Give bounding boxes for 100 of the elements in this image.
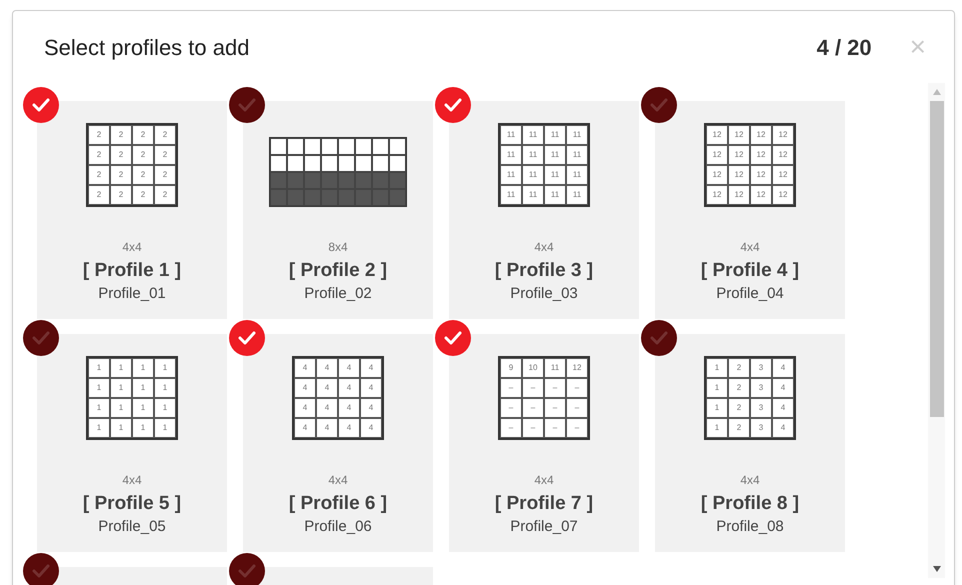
profile-card[interactable]: 4 4 4 4 4 4 4 4 4 4 4 4 4 4 4 4 4x4 [ Profile 6 ] Profile_06 xyxy=(243,334,433,552)
profile-title: [ Profile 1 ] xyxy=(82,261,182,280)
profile-card[interactable]: 2 2 2 2 2 2 2 2 2 2 2 2 2 2 2 2 4x4 [ Profile 1 ] Profile_01 xyxy=(37,101,227,319)
grid-value: 1 xyxy=(714,384,720,392)
profile-name: Profile_05 xyxy=(98,519,166,534)
grid-value: 1 xyxy=(162,404,168,412)
grid-value: 4 xyxy=(302,424,308,432)
grid-value: 12 xyxy=(734,171,744,179)
grid-value: 12 xyxy=(756,131,766,139)
grid-value: – xyxy=(552,404,558,412)
grid-value: 1 xyxy=(96,384,102,392)
grid-value: – xyxy=(530,384,536,392)
grid-value: – xyxy=(552,424,558,432)
grid-value: 1 xyxy=(714,404,720,412)
grid-value: 9 xyxy=(508,364,514,372)
grid-value: 11 xyxy=(572,151,582,159)
grid-size: 4x4 xyxy=(328,474,348,486)
grid-value: 11 xyxy=(550,364,560,372)
check-badge[interactable] xyxy=(23,320,59,356)
grid-value: 3 xyxy=(758,404,764,412)
selection-count: 4 / 20 xyxy=(816,34,872,62)
grid-value: 2 xyxy=(162,131,168,139)
grid-value: 1 xyxy=(140,364,146,372)
grid-value: 11 xyxy=(572,171,582,179)
grid-value: 12 xyxy=(778,151,788,159)
check-badge[interactable] xyxy=(435,320,471,356)
grid-value: 1 xyxy=(118,384,124,392)
grid-value: 4 xyxy=(780,424,786,432)
check-badge[interactable] xyxy=(23,553,59,585)
grid-value: 12 xyxy=(734,151,744,159)
grid-value: 2 xyxy=(162,171,168,179)
grid-value: 11 xyxy=(506,131,516,139)
grid-value: 4 xyxy=(346,404,352,412)
grid-value: 12 xyxy=(734,131,744,139)
check-badge[interactable] xyxy=(435,87,471,123)
grid-value: 12 xyxy=(756,191,766,199)
profile-name: Profile_08 xyxy=(716,519,784,534)
dialog-title: Select profiles to add xyxy=(44,34,250,62)
grid-value: – xyxy=(508,404,514,412)
grid-value: 12 xyxy=(734,191,744,199)
profile-card[interactable]: 9 10 11 12 – – – – – – – – – – – – 4x4 [ Profile 7 ] Profile_07 xyxy=(449,334,639,552)
profile-title: [ Profile 2 ] xyxy=(288,261,388,280)
grid-value: 1 xyxy=(714,424,720,432)
grid-value: – xyxy=(574,384,580,392)
grid-value: 1 xyxy=(118,364,124,372)
grid-value: 2 xyxy=(96,131,102,139)
profile-name: Profile_06 xyxy=(304,519,372,534)
grid-value: – xyxy=(574,424,580,432)
profile-name: Profile_03 xyxy=(510,286,578,301)
grid-value: 12 xyxy=(778,191,788,199)
grid-value: 2 xyxy=(736,424,742,432)
grid-size: 4x4 xyxy=(122,241,142,253)
scrollbar-thumb[interactable] xyxy=(930,101,944,417)
grid-value: 12 xyxy=(712,131,722,139)
grid-value: 2 xyxy=(118,131,124,139)
profile-card[interactable]: 12 12 12 12 12 12 12 12 12 12 12 12 12 12 12 12 4x4 [ Profile 4 ] Profile_04 xyxy=(655,101,845,319)
grid-size: 8x4 xyxy=(328,241,348,253)
profile-card[interactable]: 8x4 [ Profile 2 ] Profile_02 xyxy=(243,101,433,319)
check-badge[interactable] xyxy=(229,553,265,585)
grid-value: 11 xyxy=(550,151,560,159)
grid-value: 2 xyxy=(96,151,102,159)
profile-card[interactable]: 1 1 1 1 1 1 1 1 1 1 1 1 1 1 1 1 4x4 [ Profile 5 ] Profile_05 xyxy=(37,334,227,552)
profile-name: Profile_07 xyxy=(510,519,578,534)
grid-value: 12 xyxy=(756,151,766,159)
check-badge[interactable] xyxy=(229,320,265,356)
grid-value: 4 xyxy=(346,424,352,432)
check-badge[interactable] xyxy=(641,320,677,356)
grid-value: 2 xyxy=(140,171,146,179)
profile-title: [ Profile 4 ] xyxy=(700,261,800,280)
grid-value: 11 xyxy=(506,171,516,179)
profile-card[interactable]: 11 11 11 11 11 11 11 11 11 11 11 11 11 11 11 11 4x4 [ Profile 3 ] Profile_03 xyxy=(449,101,639,319)
grid-value: 1 xyxy=(96,364,102,372)
grid-value: 2 xyxy=(118,151,124,159)
grid-value: 1 xyxy=(162,424,168,432)
grid-value: – xyxy=(530,424,536,432)
profile-card[interactable]: 1 2 3 4 1 2 3 4 1 2 3 4 1 2 3 4 4x4 [ Profile 8 ] Profile_08 xyxy=(655,334,845,552)
check-badge[interactable] xyxy=(229,87,265,123)
grid-value: 4 xyxy=(780,364,786,372)
grid-value: 2 xyxy=(140,191,146,199)
grid-value: 3 xyxy=(758,384,764,392)
grid-value: 2 xyxy=(736,364,742,372)
grid-value: 12 xyxy=(756,171,766,179)
grid-value: 1 xyxy=(714,364,720,372)
grid-value: 11 xyxy=(528,131,538,139)
grid-value: 4 xyxy=(324,424,330,432)
grid-value: 11 xyxy=(528,191,538,199)
grid-value: 2 xyxy=(162,191,168,199)
profile-title: [ Profile 3 ] xyxy=(494,261,594,280)
check-badge[interactable] xyxy=(23,87,59,123)
grid-value: 4 xyxy=(346,364,352,372)
grid-value: 12 xyxy=(778,171,788,179)
grid-value: 11 xyxy=(572,191,582,199)
grid-value: 4 xyxy=(780,404,786,412)
grid-value: 11 xyxy=(572,131,582,139)
profile-title: [ Profile 8 ] xyxy=(700,494,800,513)
grid-value: – xyxy=(552,384,558,392)
scrollbar[interactable] xyxy=(928,83,945,578)
grid-value: 1 xyxy=(162,384,168,392)
check-badge[interactable] xyxy=(641,87,677,123)
scroll-down-icon[interactable] xyxy=(932,566,940,572)
